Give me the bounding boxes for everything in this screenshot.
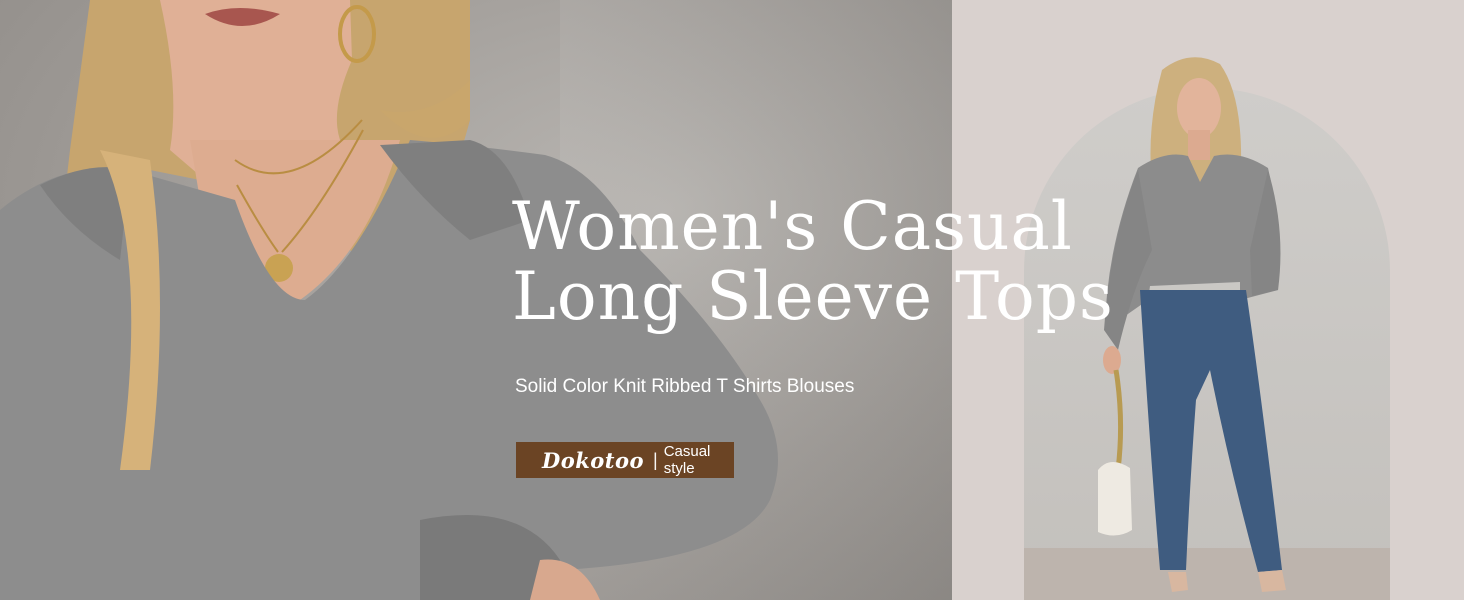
brand-badge: Dokotoo | Casual style — [516, 442, 734, 478]
brand-logo: Dokotoo — [542, 447, 644, 473]
product-banner: Women's Casual Long Sleeve Tops Solid Co… — [0, 0, 1464, 600]
brand-separator: | — [653, 449, 658, 470]
banner-subtitle: Solid Color Knit Ribbed T Shirts Blouses — [515, 376, 855, 397]
banner-headline: Women's Casual Long Sleeve Tops — [512, 192, 1114, 332]
brand-tagline: Casual style — [663, 443, 711, 477]
headline-line-1: Women's Casual — [512, 188, 1073, 265]
headline-line-2: Long Sleeve Tops — [512, 258, 1114, 335]
